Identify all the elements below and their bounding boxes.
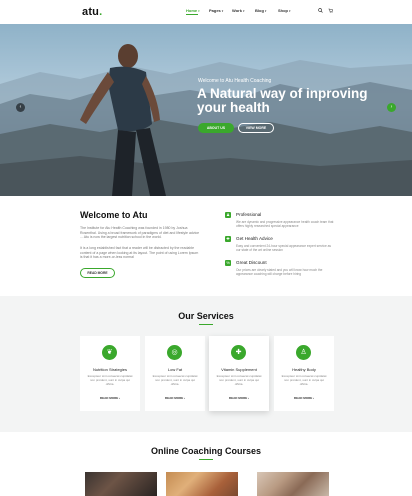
feature-title: Professional <box>236 212 262 217</box>
discount-icon: % <box>225 260 231 266</box>
service-title: Healthy Body <box>292 367 316 372</box>
welcome-title: Welcome to Atu <box>80 210 148 220</box>
service-desc: Excepteur sint occaecat cupidatat non pr… <box>152 374 198 386</box>
chevron-down-icon: ▾ <box>289 9 291 13</box>
read-more-label: READ MORE <box>99 396 119 400</box>
search-icon[interactable] <box>318 8 323 15</box>
nav-item-home[interactable]: Home▾ <box>186 8 209 15</box>
service-title: Vitamin Supplement <box>221 367 257 372</box>
service-card-nutrition[interactable]: ❦ Nutrition Strategies Excepteur sint oc… <box>80 336 140 411</box>
service-card-low-fat[interactable]: ◎ Low Fat Excepteur sint occaecat cupida… <box>145 336 205 411</box>
chevron-down-icon: ▾ <box>242 9 245 13</box>
feature-title: Great Discount <box>236 260 267 265</box>
nav-label: Home <box>186 8 198 13</box>
service-title: Nutrition Strategies <box>92 367 127 372</box>
service-desc: Excepteur sint occaecat cupidatat non pr… <box>216 374 262 386</box>
nav-item-pages[interactable]: Pages▾ <box>209 8 232 13</box>
chevron-down-icon: ▾ <box>198 9 200 13</box>
service-card-vitamin[interactable]: ✚ Vitamin Supplement Excepteur sint occa… <box>209 336 269 411</box>
apple-icon: ❦ <box>102 345 117 360</box>
hero-slider: Welcome to Atu Health Coaching A Natural… <box>0 24 412 196</box>
nav-label: Pages <box>209 8 221 13</box>
hero-subtitle: Welcome to Atu Health Coaching <box>198 78 272 84</box>
scale-icon: ◎ <box>167 345 182 360</box>
chevron-right-icon[interactable]: › <box>387 103 396 112</box>
nav-label: Work <box>232 8 242 13</box>
hero-title: A Natural way of inproving your health <box>197 86 368 115</box>
course-image-yoga[interactable] <box>257 472 329 496</box>
read-more-label: READ MORE <box>293 396 313 400</box>
advice-icon: ✚ <box>225 236 231 242</box>
feature-desc: Easy and convenient 24-hour special appe… <box>236 244 331 253</box>
about-us-button[interactable]: ABOUT US <box>198 123 234 133</box>
logo-dot: . <box>99 6 103 18</box>
service-desc: Excepteur sint occaecat cupidatat non pr… <box>87 374 133 386</box>
site-logo[interactable]: atu. <box>82 6 102 18</box>
view-more-button[interactable]: VIEW MORE <box>238 123 274 133</box>
feature-title: Get Health Advice <box>236 236 273 241</box>
services-section: Our Services ❦ Nutrition Strategies Exce… <box>0 296 412 432</box>
cart-icon[interactable] <box>328 8 333 15</box>
nav-item-blog[interactable]: Blog▾ <box>255 8 278 13</box>
course-image-climbing[interactable] <box>166 472 238 496</box>
site-header: atu. Home▾ Pages▾ Work▾ Blog▾ Shop▾ <box>0 0 412 24</box>
welcome-section: Welcome to Atu The Institute for Atu Hea… <box>0 196 412 296</box>
nav-label: Blog <box>255 8 264 13</box>
course-image-weights[interactable] <box>85 472 157 496</box>
chevron-down-icon: ▾ <box>264 9 267 13</box>
nav-label: Shop <box>278 8 288 13</box>
logo-text: atu <box>82 6 100 18</box>
courses-title: Online Coaching Courses <box>150 446 262 456</box>
welcome-paragraph: It is a long established fact that a rea… <box>80 246 199 260</box>
main-nav: Home▾ Pages▾ Work▾ Blog▾ Shop▾ <box>186 8 301 15</box>
services-title: Our Services <box>178 311 234 321</box>
service-read-more-link[interactable]: READ MORE › <box>209 396 269 400</box>
pill-bottle-icon: ✚ <box>231 345 246 360</box>
nav-item-work[interactable]: Work▾ <box>232 8 255 13</box>
service-read-more-link[interactable]: READ MORE › <box>274 396 334 400</box>
nav-item-shop[interactable]: Shop▾ <box>278 8 301 13</box>
body-icon: ♙ <box>296 345 311 360</box>
chevron-left-icon[interactable]: ‹ <box>16 103 25 112</box>
feature-desc: Our prices are clearly stated and you wi… <box>236 268 323 277</box>
title-underline <box>199 459 213 460</box>
user-icon: ♟ <box>225 212 231 218</box>
service-read-more-link[interactable]: READ MORE › <box>80 396 140 400</box>
feature-desc: We are dynamic and progressive appearanc… <box>236 220 334 229</box>
read-more-label: READ MORE <box>164 396 184 400</box>
service-title: Low Fat <box>167 367 183 372</box>
read-more-button[interactable]: READ MORE <box>80 268 115 278</box>
service-card-healthy-body[interactable]: ♙ Healthy Body Excepteur sint occaecat c… <box>274 336 334 411</box>
welcome-paragraph: The Institute for Atu Health Coaching wa… <box>80 226 200 240</box>
chevron-down-icon: ▾ <box>221 9 224 13</box>
read-more-label: READ MORE <box>228 396 248 400</box>
service-desc: Excepteur sint occaecat cupidatat non pr… <box>281 374 327 386</box>
service-read-more-link[interactable]: READ MORE › <box>145 396 205 400</box>
title-underline <box>199 324 213 325</box>
courses-section: Online Coaching Courses <box>0 432 412 496</box>
